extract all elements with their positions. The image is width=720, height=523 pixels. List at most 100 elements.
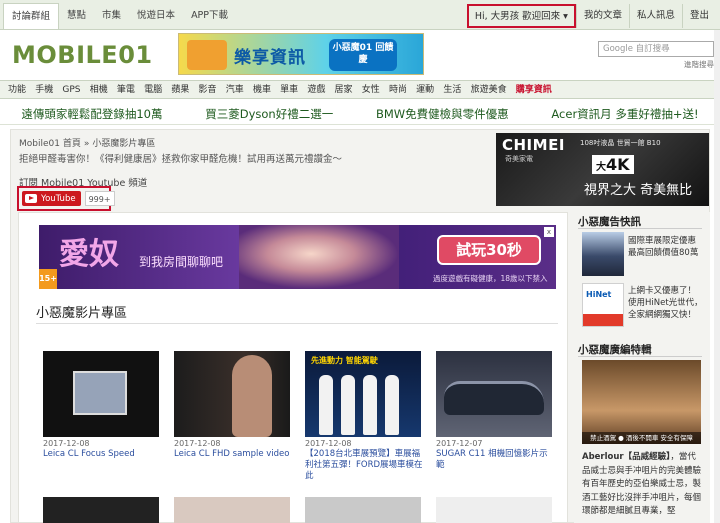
nav-item-shopping[interactable]: 購享資訊 — [516, 81, 552, 98]
my-posts-link[interactable]: 我的文章 — [575, 4, 629, 28]
nav-item[interactable]: 單車 — [280, 81, 298, 98]
youtube-button-label: YouTube — [41, 193, 76, 204]
youtube-subscribe-widget: YouTube 999+ — [17, 186, 115, 211]
youtube-subscribe-button[interactable]: YouTube — [22, 191, 81, 206]
nav-item[interactable]: 蘋果 — [171, 81, 189, 98]
sidebar-feature-title: 小惡魔廣編特輯 — [578, 344, 652, 356]
nav-item[interactable]: 功能 — [8, 81, 26, 98]
monitor-image — [73, 371, 127, 415]
nav-item[interactable]: 遊戲 — [307, 81, 325, 98]
youtube-play-icon — [25, 194, 37, 203]
tab-smart[interactable]: 慧點 — [59, 3, 94, 29]
video-thumbnail[interactable] — [174, 497, 290, 523]
model-figure — [385, 375, 399, 435]
site-logo[interactable]: MOBILE01 — [12, 38, 172, 72]
promo-link[interactable]: 遠傳頭家輕鬆配登錄抽10萬 — [21, 103, 162, 124]
sidebar-news-title: 小惡魔告快訊 — [578, 216, 641, 228]
breadcrumb-home[interactable]: Mobile01 首頁 — [19, 139, 81, 149]
breadcrumb-separator: » — [83, 139, 90, 149]
model-figure — [319, 375, 333, 435]
nav-item[interactable]: GPS — [62, 81, 80, 98]
nav-item[interactable]: 筆電 — [117, 81, 135, 98]
breadcrumb-current: 小惡魔影片專區 — [92, 139, 156, 149]
video-thumbnail[interactable] — [436, 351, 552, 437]
video-thumbnail[interactable] — [436, 497, 552, 523]
chimei-slogan: 視界之大 奇美無比 — [584, 183, 693, 198]
nav-item[interactable]: 時尚 — [389, 81, 407, 98]
private-messages-link[interactable]: 私人訊息 — [628, 4, 682, 28]
nav-item[interactable]: 旅遊美食 — [471, 81, 507, 98]
nav-item[interactable]: 電腦 — [144, 81, 162, 98]
section-title: 小惡魔影片專區 — [36, 306, 128, 321]
promo-link[interactable]: BMW免費健檢與零件優惠 — [376, 103, 509, 124]
nav-item[interactable]: 居家 — [335, 81, 353, 98]
video-title-link[interactable]: Leica CL Focus Speed — [43, 449, 163, 460]
top-bar: 討論群組 慧點 市集 悅遊日本 APP下載 Hi, 大男孩 歡迎回來 ▾ 我的文… — [0, 0, 720, 30]
nav-item[interactable]: 女性 — [362, 81, 380, 98]
banner-badge: 小惡魔01 回饋慶 — [329, 39, 397, 71]
tab-forums[interactable]: 討論群組 — [3, 3, 60, 29]
game-ad-cta: 試玩30秒 — [437, 235, 541, 265]
video-thumbnail[interactable]: 先進動力 智能駕駛 — [305, 351, 421, 437]
banner-decoration — [187, 40, 227, 70]
video-date: 2017-12-08 — [174, 439, 221, 448]
tab-japan-travel[interactable]: 悅遊日本 — [129, 3, 183, 29]
promo-strip: 遠傳頭家輕鬆配登錄抽10萬 買三菱Dyson好禮二選一 BMW免費健檢與零件優惠… — [0, 103, 720, 125]
promo-link[interactable]: 買三菱Dyson好禮二選一 — [205, 103, 333, 124]
breadcrumb: Mobile01 首頁» 小惡魔影片專區 — [19, 136, 155, 149]
feature-image[interactable]: 禁止酒駕 ● 酒後不開車 安全有保障 — [582, 360, 701, 444]
tab-app-download[interactable]: APP下載 — [183, 3, 236, 29]
age-rating-badge: 15+ — [39, 269, 57, 289]
game-ad-note: 過度遊戲有礙健康，18歲以下禁入 — [433, 274, 548, 283]
video-title-link[interactable]: 【2018台北車展預覽】車展福利社第五彈！FORD展場車模在此 — [305, 449, 423, 482]
chimei-ad[interactable]: CHIMEI 奇美家電 108吋液晶 世貿一館 B10 大4K 視界之大 奇美無… — [496, 133, 709, 206]
nav-item[interactable]: 生活 — [443, 81, 461, 98]
welcome-dropdown[interactable]: Hi, 大男孩 歡迎回來 ▾ — [466, 4, 576, 28]
sidebar-divider — [578, 228, 702, 229]
user-menu: Hi, 大男孩 歡迎回來 ▾ 我的文章 私人訊息 登出 — [466, 4, 716, 28]
news-link[interactable]: 國際車展限定優惠 最高回饋價值80萬 — [628, 235, 704, 259]
category-nav: 功能 手機 GPS 相機 筆電 電腦 蘋果 影音 汽車 機車 單車 遊戲 居家 … — [0, 80, 720, 99]
nav-item[interactable]: 汽車 — [226, 81, 244, 98]
chimei-brand: CHIMEI — [502, 136, 565, 154]
nav-item[interactable]: 相機 — [90, 81, 108, 98]
ad-close-icon[interactable]: x — [544, 227, 554, 237]
feature-highlight[interactable]: Aberlour【品威經驗】 — [582, 452, 670, 462]
search-input[interactable]: Google 自訂搜尋 — [598, 41, 714, 57]
news-thumbnail-hinet[interactable]: HiNet — [582, 283, 624, 327]
video-thumbnail[interactable] — [305, 497, 421, 523]
video-date: 2017-12-08 — [305, 439, 352, 448]
news-link[interactable]: 上網卡又優惠了！使用HiNet光世代，全家網網獨又快！ — [628, 285, 704, 321]
nav-item[interactable]: 運動 — [416, 81, 434, 98]
feature-image-label: 禁止酒駕 ● 酒後不開車 安全有保障 — [582, 432, 701, 444]
site-tabs: 討論群組 慧點 市集 悅遊日本 APP下載 — [3, 3, 236, 29]
section-divider — [36, 323, 558, 324]
chimei-brand-sub: 奇美家電 — [505, 155, 533, 163]
logout-link[interactable]: 登出 — [681, 4, 716, 28]
nav-item[interactable]: 機車 — [253, 81, 271, 98]
nav-item[interactable]: 手機 — [35, 81, 53, 98]
banner-title: 樂享資訊 — [234, 48, 306, 68]
thumb-overlay-text: 先進動力 智能駕駛 — [311, 356, 378, 365]
headline-link[interactable]: 拒絕甲醛毒害你！《得利健康居》拯救你家甲醛危機！試用再送萬元禮讚金～ — [19, 151, 342, 165]
nav-item[interactable]: 影音 — [199, 81, 217, 98]
video-thumbnail[interactable] — [43, 351, 159, 437]
header-banner-ad[interactable]: 樂享資訊 小惡魔01 回饋慶 — [178, 33, 424, 75]
sidebar-divider — [578, 356, 702, 357]
advanced-search-link[interactable]: 進階搜尋 — [684, 59, 714, 70]
chimei-info: 108吋液晶 世貿一館 B10 — [580, 139, 661, 147]
page-scrollbar[interactable] — [714, 30, 720, 523]
video-date: 2017-12-07 — [436, 439, 483, 448]
promo-link[interactable]: Acer資訊月 多重好禮抽+送! — [551, 103, 698, 124]
car-image — [444, 381, 544, 415]
video-title-link[interactable]: SUGAR C11 相機回憶影片示範 — [436, 449, 556, 471]
video-thumbnail[interactable] — [174, 351, 290, 437]
subscriber-count: 999+ — [84, 191, 115, 206]
game-ad-title: 愛奴 — [59, 237, 119, 272]
tab-market[interactable]: 市集 — [94, 3, 129, 29]
video-thumbnail[interactable] — [43, 497, 159, 523]
game-ad-banner[interactable]: 愛奴 到我房間聊聊吧 試玩30秒 過度遊戲有礙健康，18歲以下禁入 15+ x — [39, 225, 556, 289]
news-thumbnail-car[interactable] — [582, 232, 624, 276]
game-ad-tagline: 到我房間聊聊吧 — [139, 255, 224, 269]
video-title-link[interactable]: Leica CL FHD sample video — [174, 449, 294, 460]
